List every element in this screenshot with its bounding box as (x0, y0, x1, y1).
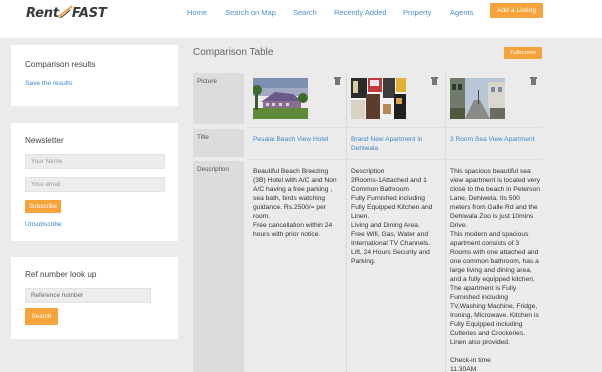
newsletter-title: Newsletter (25, 136, 64, 145)
row-label-picture: Picture (193, 73, 244, 124)
trash-icon[interactable] (530, 77, 537, 86)
logo[interactable]: Rent FAST (26, 5, 107, 22)
unsubscribe-link[interactable]: Unsubscribe (25, 221, 62, 228)
nav-search[interactable]: Search (293, 8, 317, 17)
save-results-link[interactable]: Save the results (25, 80, 72, 87)
property-description: This spacious beautiful sea view apartme… (450, 168, 540, 372)
name-input[interactable]: Your Name (25, 154, 165, 169)
nav-property[interactable]: Property (403, 8, 431, 17)
column-divider (346, 73, 347, 372)
property-title-link[interactable]: Brand New Apartment in Dehiwala (351, 135, 439, 153)
page-title: Comparison Table (193, 47, 274, 58)
hotel-photo[interactable] (253, 78, 308, 119)
row-label-title: Title (193, 129, 244, 157)
ref-lookup-card: Ref number look up Reference number Sear… (11, 257, 178, 339)
row-divider (248, 159, 542, 160)
top-header: Rent FAST Home Search on Map Search Recen… (0, 0, 602, 38)
reference-number-input[interactable]: Reference number (25, 288, 151, 303)
add-listing-button[interactable]: Add a Listing (490, 3, 543, 18)
ref-search-button[interactable]: Search (25, 308, 58, 325)
property-title-link[interactable]: Pesalai Beach View Hotel (253, 135, 343, 144)
fullscreen-button[interactable]: Fullscreen (504, 47, 542, 59)
nav-home[interactable]: Home (187, 8, 207, 17)
trash-icon[interactable] (431, 77, 438, 86)
property-description: Description 2Rooms-1Attached and 1 Commo… (351, 168, 433, 265)
row-divider (248, 127, 542, 128)
swoosh-icon (57, 5, 73, 19)
row-label-description: Description (193, 161, 244, 372)
ref-lookup-title: Ref number look up (25, 270, 97, 279)
apartment-collage-photo[interactable] (351, 78, 406, 119)
newsletter-card: Newsletter Your Name Your email Subscrib… (11, 123, 178, 241)
nav-agents[interactable]: Agents (450, 8, 473, 17)
subscribe-button[interactable]: Subscribe (25, 200, 61, 213)
email-input[interactable]: Your email (25, 177, 165, 192)
nav-recently-added[interactable]: Recently Added (334, 8, 387, 17)
column-divider (445, 73, 446, 372)
property-title-link[interactable]: 3 Room Sea View Apartment (450, 135, 542, 144)
comparison-results-card: Comparison results Save the results (11, 45, 178, 106)
street-photo[interactable] (450, 78, 505, 119)
comparison-results-title: Comparison results (25, 60, 96, 69)
trash-icon[interactable] (334, 77, 341, 86)
property-description: Beautiful Beach Breezing (3B) Hotel with… (253, 168, 337, 238)
nav-search-on-map[interactable]: Search on Map (225, 8, 276, 17)
